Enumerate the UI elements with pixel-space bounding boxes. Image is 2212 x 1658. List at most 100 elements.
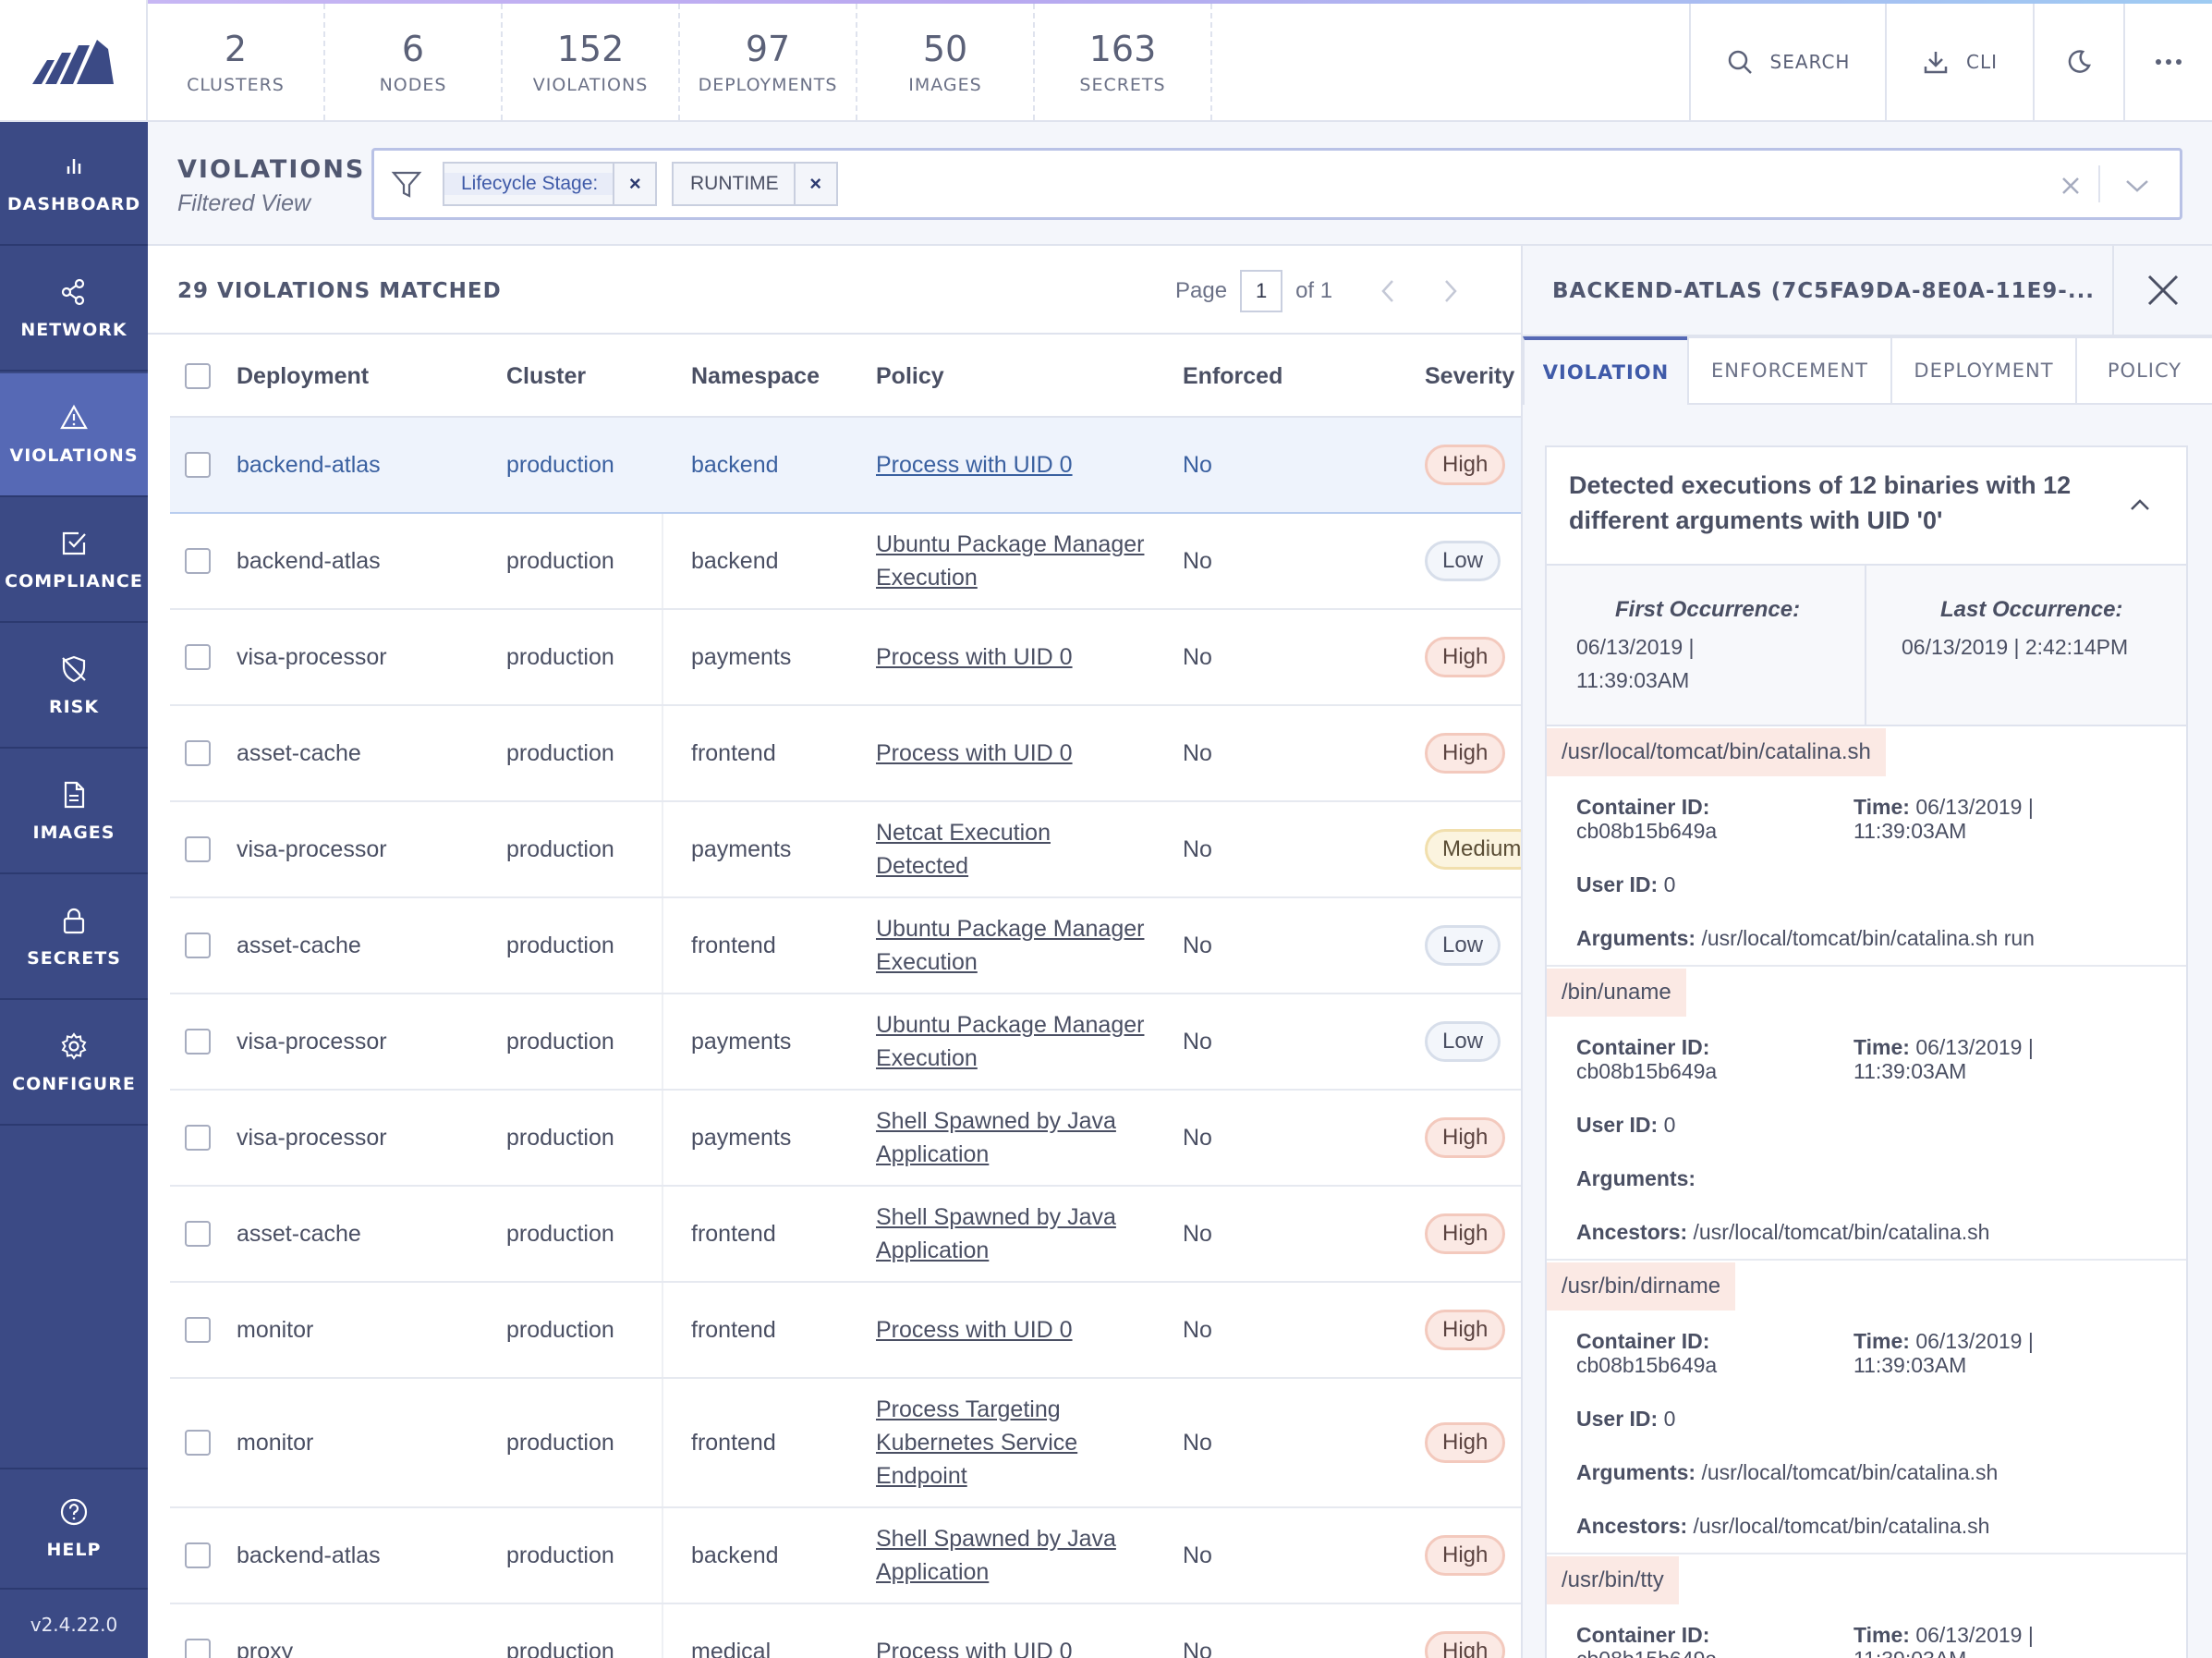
row-checkbox[interactable] xyxy=(185,514,211,608)
stat-deployments[interactable]: 97 DEPLOYMENTS xyxy=(680,4,857,120)
row-checkbox[interactable] xyxy=(185,1604,211,1658)
policy-link[interactable]: Ubuntu Package Manager Execution xyxy=(876,528,1144,594)
policy-cell: Ubuntu Package Manager Execution xyxy=(876,898,1144,993)
sidebar-item-risk[interactable]: RISK xyxy=(0,625,148,749)
sidebar-item-dashboard[interactable]: DASHBOARD xyxy=(0,122,148,246)
chevron-right-icon[interactable] xyxy=(1441,277,1460,305)
table-row[interactable]: backend-atlas production backend Ubuntu Pac… xyxy=(170,514,1521,610)
col-enforced[interactable]: Enforced xyxy=(1183,335,1282,418)
col-cluster[interactable]: Cluster xyxy=(506,335,586,418)
table-row[interactable]: proxy production medical Process with UID 0… xyxy=(170,1604,1521,1658)
table-row[interactable]: monitor production frontend Process with UI… xyxy=(170,1283,1521,1379)
policy-link[interactable]: Shell Spawned by Java Application xyxy=(876,1201,1116,1267)
severity-badge: High xyxy=(1425,1117,1506,1158)
select-all-checkbox[interactable] xyxy=(185,335,211,418)
stat-value: 2 xyxy=(224,29,248,69)
remove-chip-button[interactable]: × xyxy=(613,164,655,204)
policy-link[interactable]: Process with UID 0 xyxy=(876,448,1073,482)
table-row[interactable]: monitor production frontend Process Targeti… xyxy=(170,1379,1521,1508)
policy-link[interactable]: Process Targeting Kubernetes Service Endpo… xyxy=(876,1393,1077,1493)
enforced-cell: No xyxy=(1183,1028,1212,1055)
stat-clusters[interactable]: 2 CLUSTERS xyxy=(148,4,325,120)
table-row[interactable]: visa-processor production payments Process … xyxy=(170,610,1521,706)
policy-link[interactable]: Process with UID 0 xyxy=(876,737,1073,770)
table-row[interactable]: asset-cache production frontend Ubuntu Pack… xyxy=(170,898,1521,994)
stat-violations[interactable]: 152 VIOLATIONS xyxy=(503,4,680,120)
row-checkbox[interactable] xyxy=(185,994,211,1089)
sidebar-item-violations[interactable]: VIOLATIONS xyxy=(0,373,148,497)
stat-nodes[interactable]: 6 NODES xyxy=(325,4,503,120)
row-checkbox[interactable] xyxy=(185,1187,211,1281)
app-logo[interactable] xyxy=(0,0,148,122)
policy-link[interactable]: Shell Spawned by Java Application xyxy=(876,1522,1116,1589)
table-row[interactable]: backend-atlas production backend Shell Spaw… xyxy=(170,1508,1521,1604)
cli-button[interactable]: CLI xyxy=(1885,4,2033,120)
remove-chip-button[interactable]: × xyxy=(793,164,836,204)
search-filter-input[interactable]: Lifecycle Stage: × RUNTIME × xyxy=(371,148,2182,220)
table-row[interactable]: visa-processor production payments Shell Sp… xyxy=(170,1091,1521,1187)
policy-link[interactable]: Ubuntu Package Manager Execution xyxy=(876,1008,1144,1075)
col-namespace[interactable]: Namespace xyxy=(691,335,820,418)
severity-cell: High xyxy=(1425,610,1506,704)
sidebar-item-configure[interactable]: CONFIGURE xyxy=(0,1002,148,1126)
policy-link[interactable]: Process with UID 0 xyxy=(876,640,1073,674)
tab-enforcement[interactable]: ENFORCEMENT xyxy=(1687,336,1892,405)
sidebar-item-secrets[interactable]: SECRETS xyxy=(0,876,148,1000)
chevron-left-icon[interactable] xyxy=(1379,277,1397,305)
search-button[interactable]: SEARCH xyxy=(1689,4,1885,120)
close-panel-button[interactable] xyxy=(2112,246,2212,335)
first-occurrence-label: First Occurrence: xyxy=(1615,597,1801,622)
policy-link[interactable]: Process with UID 0 xyxy=(876,1313,1073,1347)
deployment-cell: backend-atlas xyxy=(237,547,381,574)
process-arguments: Arguments: /usr/local/tomcat/bin/catalin… xyxy=(1576,1460,1999,1484)
policy-link[interactable]: Netcat Execution Detected xyxy=(876,816,1051,883)
severity-badge: Low xyxy=(1425,925,1501,966)
violation-detail-panel: BACKEND-ATLAS (7C5FA9DA-8E0A-11E9-... VI… xyxy=(1523,246,2212,1658)
cli-label: CLI xyxy=(1965,51,1998,73)
chevron-down-icon[interactable] xyxy=(2124,177,2150,195)
enforced-cell: No xyxy=(1183,643,1212,670)
table-row[interactable]: backend-atlas production backend Process wi… xyxy=(170,418,1521,514)
matched-count: 29 VIOLATIONS MATCHED xyxy=(177,279,502,303)
tab-deployment[interactable]: DEPLOYMENT xyxy=(1890,336,2077,405)
stat-value: 152 xyxy=(556,29,625,69)
sidebar-item-images[interactable]: IMAGES xyxy=(0,750,148,874)
table-row[interactable]: visa-processor production payments Netcat E… xyxy=(170,802,1521,898)
cluster-cell: production xyxy=(506,1542,614,1568)
tab-violation[interactable]: VIOLATION xyxy=(1523,336,1689,405)
row-checkbox[interactable] xyxy=(185,898,211,993)
nav-label: IMAGES xyxy=(32,823,115,843)
policy-link[interactable]: Shell Spawned by Java Application xyxy=(876,1104,1116,1171)
chevron-up-icon[interactable] xyxy=(2129,497,2151,512)
stat-images[interactable]: 50 IMAGES xyxy=(857,4,1035,120)
table-row[interactable]: visa-processor production payments Ubuntu P… xyxy=(170,994,1521,1091)
stat-secrets[interactable]: 163 SECRETS xyxy=(1035,4,1212,120)
policy-link[interactable]: Ubuntu Package Manager Execution xyxy=(876,912,1144,979)
tab-policy[interactable]: POLICY xyxy=(2075,336,2212,405)
table-row[interactable]: asset-cache production frontend Shell Spawn… xyxy=(170,1187,1521,1283)
more-options-button[interactable] xyxy=(2123,4,2212,120)
table-row[interactable]: asset-cache production frontend Process wit… xyxy=(170,706,1521,802)
sidebar-item-compliance[interactable]: COMPLIANCE xyxy=(0,499,148,623)
policy-link[interactable]: Process with UID 0 xyxy=(876,1635,1073,1658)
sidebar-item-network[interactable]: NETWORK xyxy=(0,248,148,372)
violation-summary[interactable]: Detected executions of 12 binaries with … xyxy=(1547,447,2186,566)
row-checkbox[interactable] xyxy=(185,1091,211,1185)
sidebar-item-help[interactable]: HELP xyxy=(0,1468,148,1590)
row-checkbox[interactable] xyxy=(185,706,211,800)
col-severity[interactable]: Severity xyxy=(1425,335,1514,418)
row-checkbox[interactable] xyxy=(185,802,211,896)
clear-search-icon[interactable] xyxy=(2060,175,2082,197)
row-checkbox[interactable] xyxy=(185,1379,211,1506)
row-checkbox[interactable] xyxy=(185,1283,211,1377)
theme-toggle-button[interactable] xyxy=(2033,4,2123,120)
page-number-input[interactable]: 1 xyxy=(1240,270,1283,312)
col-policy[interactable]: Policy xyxy=(876,335,944,418)
nav-label: VIOLATIONS xyxy=(9,445,139,466)
col-deployment[interactable]: Deployment xyxy=(237,335,369,418)
namespace-cell: frontend xyxy=(691,1316,776,1343)
row-checkbox[interactable] xyxy=(185,418,211,512)
row-checkbox[interactable] xyxy=(185,1508,211,1603)
stat-value: 50 xyxy=(922,29,968,69)
row-checkbox[interactable] xyxy=(185,610,211,704)
